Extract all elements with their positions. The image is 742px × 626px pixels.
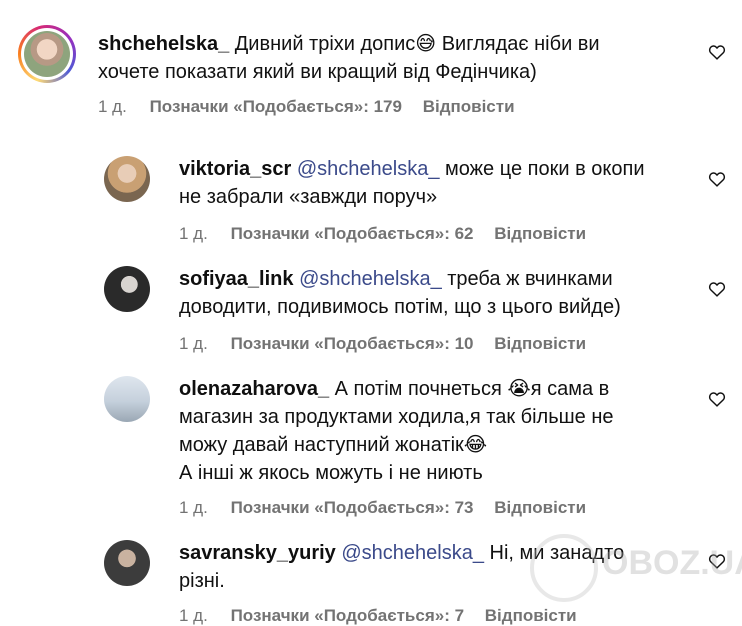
username-link[interactable]: viktoria_scr <box>179 158 291 180</box>
comment-1: shchehelska_ Дивний тріхи допис😅 Вигляда… <box>0 0 742 130</box>
likes-count[interactable]: Позначки «Подобається»: 62 <box>231 224 474 243</box>
reply-button[interactable]: Відповісти <box>494 224 586 243</box>
timestamp[interactable]: 1 д. <box>98 97 127 116</box>
comment-4: olenazaharova_ А потім почнеться 😭я сама… <box>0 360 742 530</box>
comment-body: olenazaharova_ А потім почнеться 😭я сама… <box>179 375 699 487</box>
comment-3: sofiyaa_link @shchehelska_ треба ж вчинк… <box>0 250 742 360</box>
comment-text-line: хочете показати який ви кращий від Федін… <box>98 61 537 83</box>
comment-text-line: Дивний тріхи допис😅 Виглядає ніби ви <box>234 33 600 55</box>
username-link[interactable]: olenazaharova_ <box>179 378 329 400</box>
comment-text-line: магазин за продуктами ходила,я так більш… <box>179 406 614 428</box>
avatar[interactable] <box>104 540 150 586</box>
username-link[interactable]: shchehelska_ <box>98 33 229 55</box>
avatar[interactable] <box>104 266 150 312</box>
comment-body: savransky_yuriy @shchehelska_ Ні, ми зан… <box>179 539 699 595</box>
reply-button[interactable]: Відповісти <box>494 334 586 353</box>
timestamp[interactable]: 1 д. <box>179 498 208 517</box>
mention-link[interactable]: @shchehelska_ <box>341 542 484 564</box>
comment-text-line: доводити, подивимось потім, що з цього в… <box>179 296 621 318</box>
likes-count[interactable]: Позначки «Подобається»: 73 <box>231 498 474 517</box>
comment-body: shchehelska_ Дивний тріхи допис😅 Вигляда… <box>98 30 688 86</box>
mention-link[interactable]: @shchehelska_ <box>297 158 440 180</box>
timestamp[interactable]: 1 д. <box>179 334 208 353</box>
comment-text-line: можу давай наступний жонатік😂 <box>179 434 488 456</box>
likes-count[interactable]: Позначки «Подобається»: 10 <box>231 334 474 353</box>
comment-text-line: А інші ж якось можуть і не ниють <box>179 462 483 484</box>
comment-text-line: А потім почнеться 😭я сама в <box>334 378 610 400</box>
comment-meta: 1 д. Позначки «Подобається»: 10 Відповіс… <box>179 334 602 354</box>
comment-text-line: не забрали «завжди поруч» <box>179 186 438 208</box>
comment-meta: 1 д. Позначки «Подобається»: 179 Відпові… <box>98 97 531 117</box>
reply-button[interactable]: Відповісти <box>423 97 515 116</box>
avatar-ring-inner <box>21 28 73 80</box>
comment-text-line: може це поки в окопи <box>445 158 645 180</box>
comment-5: savransky_yuriy @shchehelska_ Ні, ми зан… <box>0 528 742 625</box>
likes-count[interactable]: Позначки «Подобається»: 179 <box>150 97 402 116</box>
avatar[interactable] <box>104 376 150 422</box>
heart-outline-icon[interactable] <box>708 391 726 407</box>
heart-outline-icon[interactable] <box>708 281 726 297</box>
comment-text-line: Ні, ми занадто <box>489 542 625 564</box>
timestamp[interactable]: 1 д. <box>179 224 208 243</box>
comment-body: viktoria_scr @shchehelska_ може це поки … <box>179 155 699 211</box>
avatar-story-ring[interactable] <box>18 25 76 83</box>
mention-link[interactable]: @shchehelska_ <box>299 268 442 290</box>
comment-text-line: треба ж вчинками <box>447 268 613 290</box>
comment-text-line: різні. <box>179 570 225 592</box>
avatar <box>24 31 70 77</box>
heart-outline-icon[interactable] <box>708 44 726 60</box>
timestamp[interactable]: 1 д. <box>179 606 208 625</box>
comment-body: sofiyaa_link @shchehelska_ треба ж вчинк… <box>179 265 699 321</box>
heart-outline-icon[interactable] <box>708 171 726 187</box>
reply-button[interactable]: Відповісти <box>485 606 577 625</box>
username-link[interactable]: savransky_yuriy <box>179 542 336 564</box>
avatar[interactable] <box>104 156 150 202</box>
username-link[interactable]: sofiyaa_link <box>179 268 294 290</box>
likes-count[interactable]: Позначки «Подобається»: 7 <box>231 606 464 625</box>
comment-2: viktoria_scr @shchehelska_ може це поки … <box>0 140 742 250</box>
heart-outline-icon[interactable] <box>708 553 726 569</box>
comment-meta: 1 д. Позначки «Подобається»: 73 Відповіс… <box>179 498 602 518</box>
comment-meta: 1 д. Позначки «Подобається»: 7 Відповіст… <box>179 606 593 626</box>
reply-button[interactable]: Відповісти <box>494 498 586 517</box>
comment-meta: 1 д. Позначки «Подобається»: 62 Відповіс… <box>179 224 602 244</box>
